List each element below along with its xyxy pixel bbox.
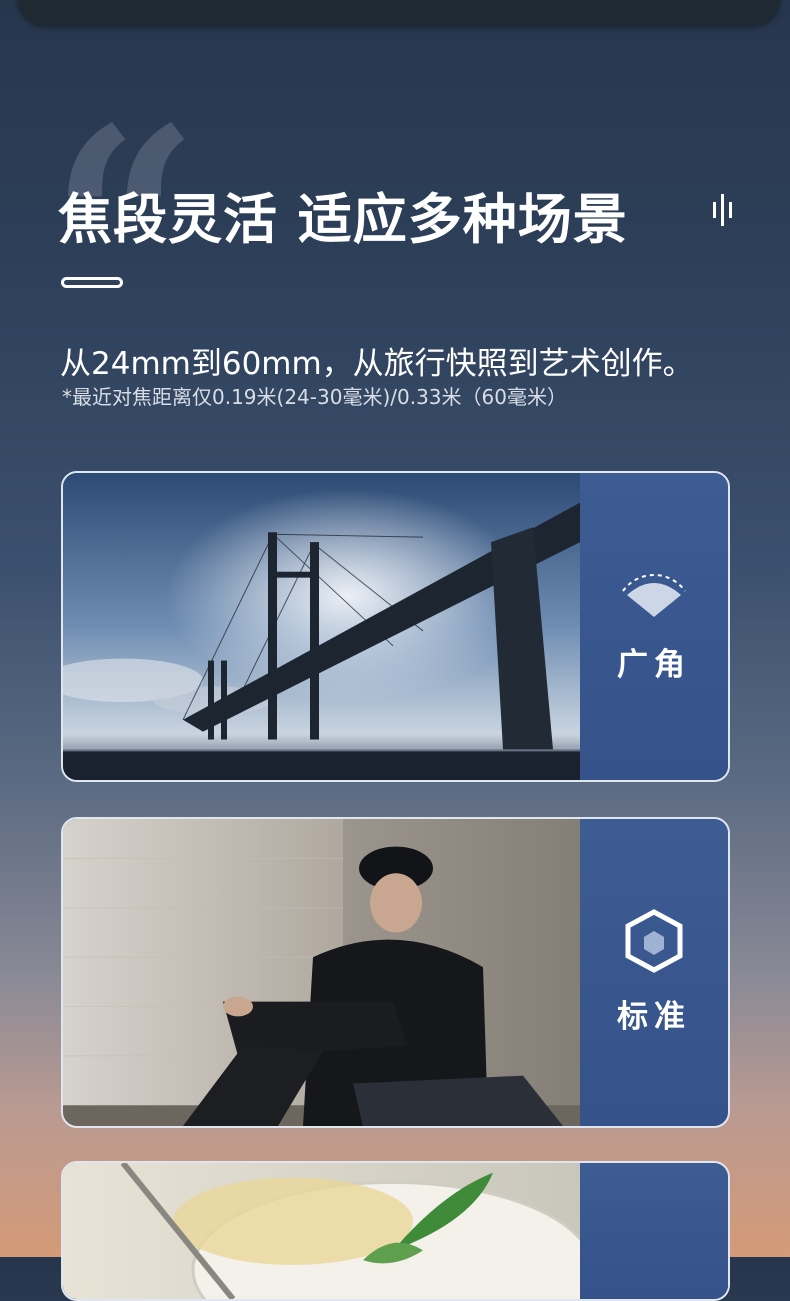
wide-angle-label: 广角 bbox=[617, 647, 691, 683]
wide-angle-card: 广角 bbox=[61, 471, 730, 782]
third-panel bbox=[580, 1163, 728, 1299]
top-bar bbox=[18, 0, 780, 25]
page-title: 焦段灵活 适应多种场景 bbox=[58, 188, 628, 251]
hexagon-icon bbox=[625, 909, 683, 973]
footnote: *最近对焦距离仅0.19米(24-30毫米)/0.33米（60毫米） bbox=[62, 385, 567, 409]
wide-angle-panel: 广角 bbox=[580, 473, 728, 780]
standard-label: 标准 bbox=[617, 999, 691, 1035]
subtitle: 从24mm到60mm，从旅行快照到艺术创作。 bbox=[60, 346, 694, 382]
portrait-photo bbox=[63, 819, 580, 1126]
food-photo bbox=[63, 1163, 580, 1299]
title-underline-decoration bbox=[61, 277, 123, 288]
bridge-photo bbox=[63, 473, 580, 780]
third-card bbox=[61, 1161, 730, 1301]
audio-bars-icon bbox=[713, 194, 732, 226]
wide-angle-icon bbox=[622, 574, 686, 617]
standard-card: 标准 bbox=[61, 817, 730, 1128]
standard-panel: 标准 bbox=[580, 819, 728, 1126]
